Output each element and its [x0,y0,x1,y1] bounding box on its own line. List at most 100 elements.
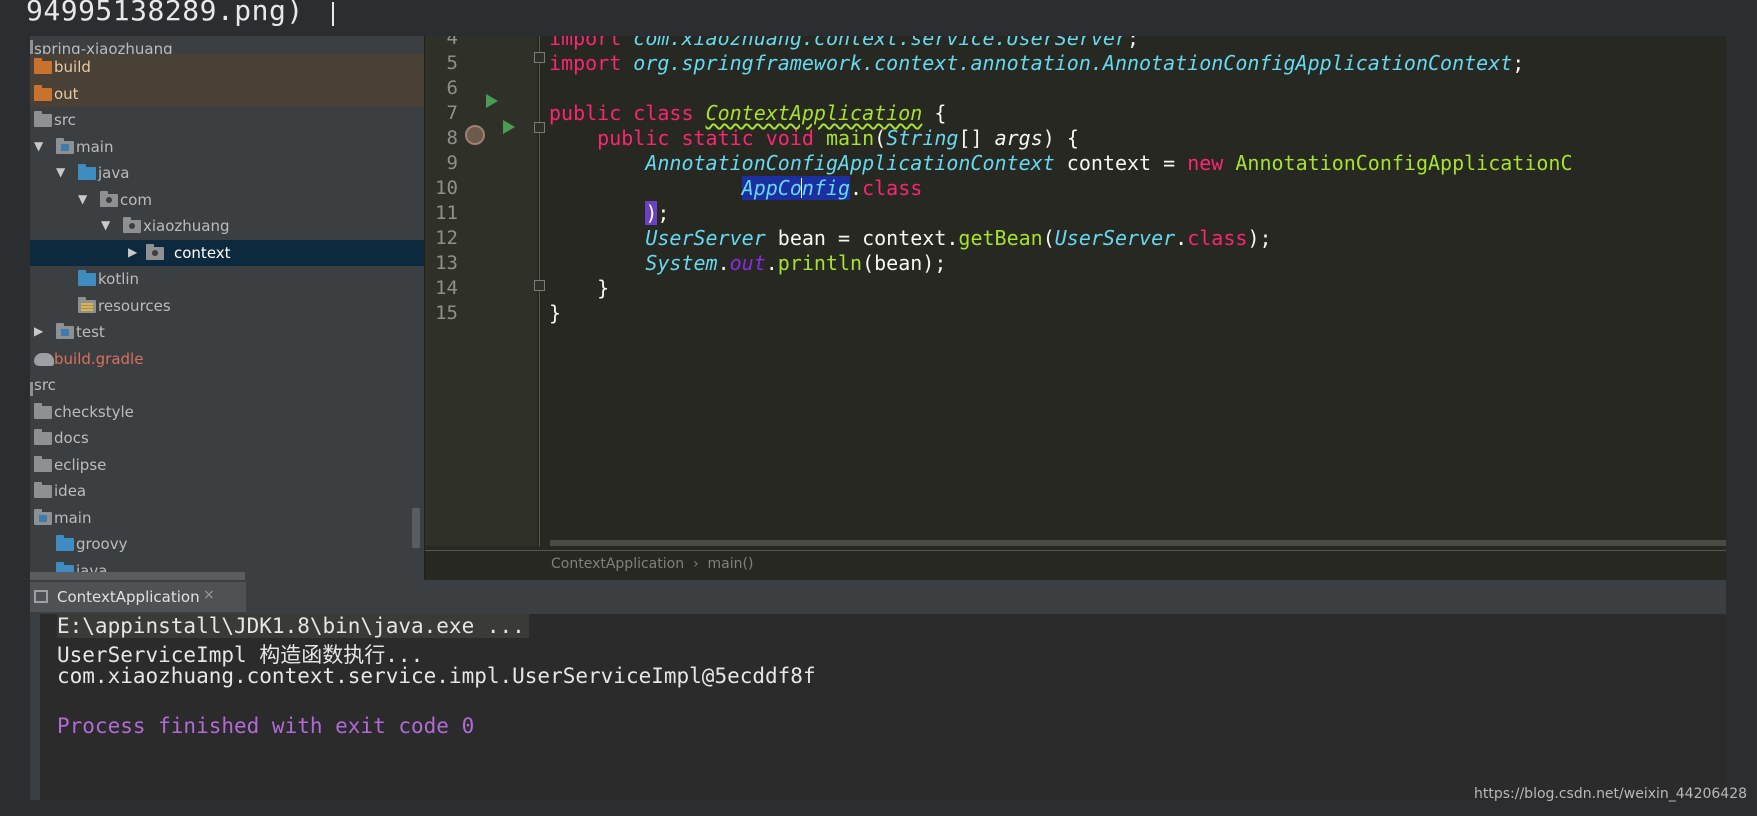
tree-item-checkstyle[interactable]: checkstyle [30,399,424,426]
tree-item-resources[interactable]: resources [30,293,424,320]
line-number: 13 [435,252,458,274]
module-folder-icon [34,508,52,525]
tree-item-docs[interactable]: docs [30,425,424,452]
run-tab-context-application[interactable]: ContextApplication × [30,582,246,612]
type-name: UserServer [645,226,766,250]
keyword: import [549,36,622,50]
line-number: 5 [446,52,458,74]
fold-marker-icon[interactable] [534,122,545,133]
code-line-8: public static void main(String[] args) { [549,126,1079,150]
punct: [] [958,126,995,150]
keyword: class [862,176,923,200]
code-line-15: } [549,301,561,325]
console-output[interactable]: E:\appinstall\JDK1.8\bin\java.exe ... Us… [30,614,1726,800]
chevron-down-icon[interactable]: ▼ [56,165,68,179]
gutter-divider [539,36,540,546]
source-folder-icon [78,270,96,286]
tree-item-label: test [76,323,105,341]
code-line-14: } [549,276,609,300]
tree-item-com[interactable]: ▼ com [30,187,424,214]
punct: ( [874,126,887,150]
punct: ) { [1042,126,1079,150]
matched-bracket: ) [645,201,658,225]
punct: . [1175,226,1188,250]
tree-item-xiaozhuang[interactable]: ▼ xiaozhuang [30,213,424,240]
tree-item-groovy[interactable]: groovy [30,531,424,558]
tree-item-label: idea [54,482,87,500]
tree-item-label: context [174,243,231,262]
keyword: class [633,101,694,125]
tree-item-context[interactable]: ▶ context [30,239,424,266]
tree-item-label: src [54,111,76,129]
package-icon [123,217,141,233]
line-number: 4 [446,36,458,49]
folder-icon [34,58,52,74]
keyword: public [597,126,670,150]
folder-icon [34,455,52,472]
folder-icon [34,84,52,101]
close-icon[interactable]: × [203,587,215,603]
tree-item-label: kotlin [98,270,140,288]
code-editor[interactable]: 4 5 6 7 8 9 10 11 12 13 14 15 import com… [424,36,1726,580]
tree-item-test[interactable]: ▶ test [30,319,424,346]
breadcrumb-separator: › [692,556,699,572]
type-name: String [886,126,959,150]
fold-marker-icon[interactable] [534,52,545,63]
run-tab-label: ContextApplication [57,588,200,606]
line-number: 9 [446,152,458,174]
punct: ; [1126,36,1140,50]
keyword: void [765,126,814,150]
code-line-11: ); [549,201,669,225]
method-name: getBean [958,226,1043,250]
tree-item-eclipse[interactable]: eclipse [30,452,424,479]
breakpoint-override-icon[interactable] [465,125,485,145]
project-tree[interactable]: spring-xiaozhuang build out src ▼ main ▼… [30,36,424,580]
import-path: org.springframework.context.annotation.A… [633,51,1513,75]
tree-item-label: com [120,190,153,209]
param-name: args [994,126,1043,150]
tree-item-src-2[interactable]: src [30,372,424,399]
tree-item-label: build.gradle [54,349,144,368]
punct: } [597,276,610,300]
chevron-right-icon[interactable]: ▶ [34,324,46,338]
punct: (bean); [862,251,947,275]
tree-item-idea[interactable]: idea [30,478,424,505]
chevron-down-icon[interactable]: ▼ [34,139,46,153]
module-folder-icon [56,323,74,339]
tree-item-src[interactable]: src [30,107,424,134]
tree-item-main[interactable]: ▼ main [30,134,424,161]
console-toolbar [30,614,40,800]
line-number: 7 [446,102,458,124]
tree-item-out[interactable]: out [30,80,424,107]
keyword: new [1187,151,1224,175]
run-class-icon[interactable] [486,94,498,108]
run-main-icon[interactable] [503,120,515,134]
console-line: com.xiaozhuang.context.service.impl.User… [57,664,816,688]
tree-item-label: main [76,137,114,156]
code-line-10: AppConfig.class [549,176,922,200]
tree-item-label: groovy [76,535,128,553]
tree-item-main-2[interactable]: main [30,505,424,532]
tree-vertical-scrollbar[interactable] [412,508,420,548]
source-folder-icon [56,535,74,551]
breadcrumb-method[interactable]: main() [708,556,754,572]
editor-tab-filename-bar: 94995138289.png) [0,0,1757,36]
tree-horizontal-scrollbar[interactable] [30,572,245,580]
breadcrumb-class[interactable]: ContextApplication [551,556,684,572]
line-number: 11 [435,202,458,224]
chevron-down-icon[interactable]: ▼ [101,218,113,232]
chevron-down-icon[interactable]: ▼ [78,192,90,206]
chevron-right-icon[interactable]: ▶ [128,245,140,259]
editor-horizontal-scrollbar[interactable] [550,540,1726,546]
tree-item-build-gradle[interactable]: build.gradle [30,346,424,373]
tree-item-build[interactable]: build [30,54,424,81]
line-number: 15 [435,302,458,324]
punct: ); [1247,226,1272,250]
watermark: https://blog.csdn.net/weixin_44206428 [1474,786,1748,802]
gradle-icon [34,352,54,366]
console-line: E:\appinstall\JDK1.8\bin\java.exe ... [57,614,529,638]
tree-item-kotlin[interactable]: kotlin [30,266,424,293]
fold-marker-icon[interactable] [534,280,545,291]
code-line-12: UserServer bean = context.getBean(UserSe… [549,226,1272,250]
tree-item-java[interactable]: ▼ java [30,160,424,187]
